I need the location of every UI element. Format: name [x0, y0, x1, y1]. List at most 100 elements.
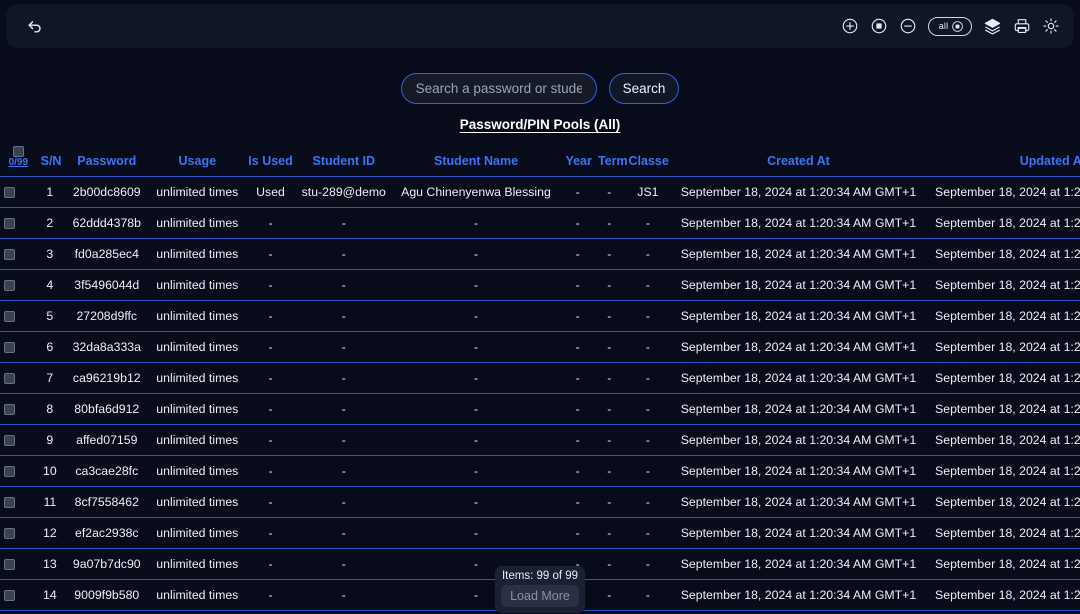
column-header-term[interactable]: Term — [594, 140, 625, 177]
column-header-year[interactable]: Year — [561, 140, 594, 177]
cell-student-id: - — [297, 456, 391, 487]
row-checkbox[interactable] — [4, 435, 15, 446]
row-checkbox[interactable] — [4, 528, 15, 539]
zoom-out-icon[interactable] — [899, 17, 917, 35]
select-all-header[interactable]: 0/99 — [0, 140, 37, 177]
toggle-knob-icon — [951, 20, 964, 33]
search-button[interactable]: Search — [609, 73, 680, 104]
row-checkbox[interactable] — [4, 404, 15, 415]
cell-sn: 7 — [37, 363, 63, 394]
cell-student-name: - — [391, 363, 562, 394]
row-select-cell[interactable] — [0, 239, 37, 270]
cell-is-used: - — [244, 301, 297, 332]
brightness-icon[interactable] — [1042, 17, 1060, 35]
column-header-password[interactable]: Password — [63, 140, 150, 177]
row-select-cell[interactable] — [0, 549, 37, 580]
cell-sn: 15 — [37, 611, 63, 614]
cell-created-at: September 18, 2024 at 1:20:34 AM GMT+1 — [671, 177, 925, 208]
cell-sn: 2 — [37, 208, 63, 239]
table-row[interactable]: 632da8a333aunlimited times------Septembe… — [0, 332, 1080, 363]
table-row[interactable]: 262ddd4378bunlimited times------Septembe… — [0, 208, 1080, 239]
row-select-cell[interactable] — [0, 301, 37, 332]
cell-is-used: - — [244, 456, 297, 487]
cell-created-at: September 18, 2024 at 1:20:34 AM GMT+1 — [671, 270, 925, 301]
zoom-in-icon[interactable] — [841, 17, 859, 35]
table-row[interactable]: 880bfa6d912unlimited times------Septembe… — [0, 394, 1080, 425]
table-row[interactable]: 118cf7558462unlimited times------Septemb… — [0, 487, 1080, 518]
cell-updated-at: September 18, 2024 at 1:20:34 AM GMT+1 — [926, 208, 1080, 239]
row-select-cell[interactable] — [0, 425, 37, 456]
cell-usage: unlimited times — [151, 425, 245, 456]
cell-sn: 11 — [37, 487, 63, 518]
row-select-cell[interactable] — [0, 363, 37, 394]
cell-student-id: - — [297, 425, 391, 456]
table-row[interactable]: 527208d9ffcunlimited times------Septembe… — [0, 301, 1080, 332]
cell-sn: 5 — [37, 301, 63, 332]
row-select-cell[interactable] — [0, 208, 37, 239]
cell-student-id: - — [297, 363, 391, 394]
row-select-cell[interactable] — [0, 332, 37, 363]
row-checkbox[interactable] — [4, 311, 15, 322]
cell-year: - — [561, 208, 594, 239]
cell-updated-at: September 18, 2024 at 1:20:34 AM GMT+1 — [926, 394, 1080, 425]
cell-usage: unlimited times — [151, 270, 245, 301]
layers-icon[interactable] — [983, 17, 1002, 36]
back-arrow-icon[interactable] — [22, 13, 48, 39]
cell-classe: - — [625, 239, 672, 270]
items-count-label: Items: 99 of 99 — [501, 570, 579, 582]
row-checkbox[interactable] — [4, 249, 15, 260]
all-pages-toggle[interactable]: all — [928, 17, 972, 36]
cell-student-id: - — [297, 208, 391, 239]
row-checkbox[interactable] — [4, 218, 15, 229]
cell-updated-at: September 18, 2024 at 1:20:34 AM GMT+1 — [926, 332, 1080, 363]
column-header-classe[interactable]: Classe — [625, 140, 672, 177]
cell-is-used: - — [244, 394, 297, 425]
row-select-cell[interactable] — [0, 518, 37, 549]
cell-updated-at: September 18, 2024 at 1:20:34 AM GMT+1 — [926, 301, 1080, 332]
table-row[interactable]: 12b00dc8609unlimited timesUsedstu-289@de… — [0, 177, 1080, 208]
cell-sn: 13 — [37, 549, 63, 580]
select-all-checkbox[interactable] — [13, 146, 24, 157]
row-select-cell[interactable] — [0, 394, 37, 425]
cell-sn: 12 — [37, 518, 63, 549]
table-row[interactable]: 9affed07159unlimited times------Septembe… — [0, 425, 1080, 456]
cell-updated-at: September 18, 2024 at 1:20:34 AM GMT+1 — [926, 518, 1080, 549]
row-select-cell[interactable] — [0, 177, 37, 208]
table-row[interactable]: 12ef2ac2938cunlimited times------Septemb… — [0, 518, 1080, 549]
column-header-sn[interactable]: S/N — [37, 140, 63, 177]
row-select-cell[interactable] — [0, 270, 37, 301]
row-checkbox[interactable] — [4, 559, 15, 570]
print-icon[interactable] — [1013, 17, 1031, 35]
column-header-updated-at[interactable]: Updated At — [926, 140, 1080, 177]
cell-student-id: stu-289@demo — [297, 177, 391, 208]
row-checkbox[interactable] — [4, 187, 15, 198]
row-select-cell[interactable] — [0, 487, 37, 518]
column-header-created-at[interactable]: Created At — [671, 140, 925, 177]
table-row[interactable]: 7ca96219b12unlimited times------Septembe… — [0, 363, 1080, 394]
cell-created-at: September 18, 2024 at 1:20:34 AM GMT+1 — [671, 518, 925, 549]
table-row[interactable]: 43f5496044dunlimited times------Septembe… — [0, 270, 1080, 301]
row-checkbox[interactable] — [4, 590, 15, 601]
cell-password: affed07159 — [63, 425, 150, 456]
table-row[interactable]: 10ca3cae28fcunlimited times------Septemb… — [0, 456, 1080, 487]
cell-term: - — [594, 487, 625, 518]
column-header-usage[interactable]: Usage — [151, 140, 245, 177]
row-checkbox[interactable] — [4, 280, 15, 291]
cell-classe: - — [625, 208, 672, 239]
column-header-student-id[interactable]: Student ID — [297, 140, 391, 177]
row-checkbox[interactable] — [4, 466, 15, 477]
row-select-cell[interactable] — [0, 611, 37, 614]
row-checkbox[interactable] — [4, 342, 15, 353]
cell-student-name: - — [391, 332, 562, 363]
row-checkbox[interactable] — [4, 497, 15, 508]
table-row[interactable]: 3fd0a285ec4unlimited times------Septembe… — [0, 239, 1080, 270]
column-header-is-used[interactable]: Is Used — [244, 140, 297, 177]
row-select-cell[interactable] — [0, 456, 37, 487]
row-checkbox[interactable] — [4, 373, 15, 384]
search-input[interactable] — [401, 73, 597, 104]
column-header-student-name[interactable]: Student Name — [391, 140, 562, 177]
load-more-button[interactable]: Load More — [501, 585, 579, 607]
row-select-cell[interactable] — [0, 580, 37, 611]
fit-to-screen-icon[interactable] — [870, 17, 888, 35]
cell-term: - — [594, 270, 625, 301]
